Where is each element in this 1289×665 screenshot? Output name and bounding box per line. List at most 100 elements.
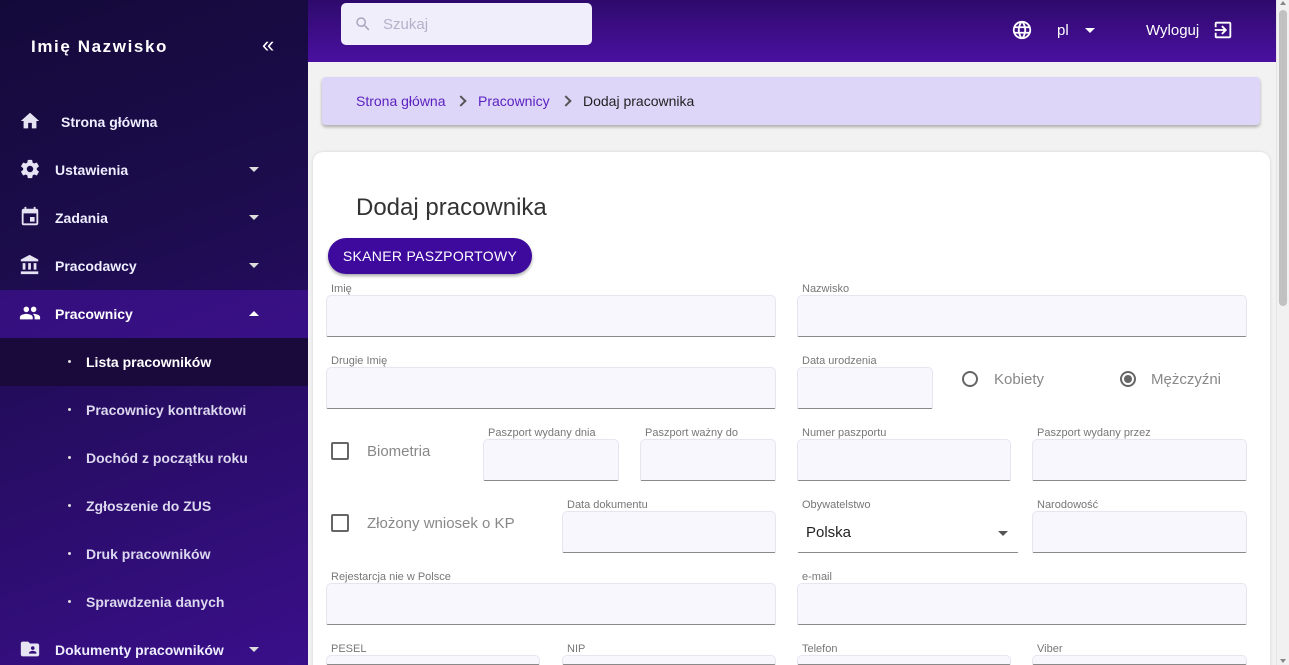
chevron-down-icon[interactable] bbox=[1085, 28, 1095, 33]
biometrics-label: Biometria bbox=[367, 443, 431, 460]
sidebar: Imię Nazwisko « Strona główna Ustawienia… bbox=[0, 0, 308, 665]
passport-valid-to-input[interactable] bbox=[641, 440, 775, 480]
viber-label: Viber bbox=[1037, 643, 1063, 655]
sidebar-item-label: Ustawienia bbox=[55, 162, 129, 178]
gender-male-label: Mężczyźni bbox=[1151, 371, 1222, 388]
passport-issued-date-label: Paszport wydany dnia bbox=[488, 427, 596, 439]
sidebar-item-label: Strona główna bbox=[61, 114, 158, 130]
passport-number-label: Numer paszportu bbox=[802, 427, 887, 439]
sidebar-sub-label: Dochód z początku roku bbox=[86, 450, 248, 466]
passport-valid-to-field[interactable] bbox=[640, 439, 776, 481]
sidebar-item-tasks[interactable]: Zadania bbox=[0, 194, 308, 242]
sidebar-sub-label: Druk pracowników bbox=[86, 546, 211, 562]
passport-number-input[interactable] bbox=[798, 440, 1010, 480]
scroll-down-arrow-icon[interactable] bbox=[1280, 659, 1286, 663]
viber-field[interactable] bbox=[1032, 655, 1247, 665]
gender-male-radio[interactable] bbox=[1120, 371, 1136, 387]
gender-female-radio[interactable] bbox=[962, 371, 978, 387]
sidebar-sub-employee-print[interactable]: Druk pracowników bbox=[0, 530, 308, 578]
chevron-down-icon bbox=[998, 531, 1008, 536]
pesel-label: PESEL bbox=[331, 643, 367, 655]
kp-application-label: Złożony wniosek o KP bbox=[367, 515, 515, 532]
sidebar-header: Imię Nazwisko « bbox=[0, 0, 308, 90]
document-date-input[interactable] bbox=[563, 512, 775, 552]
user-name: Imię Nazwisko bbox=[31, 37, 169, 56]
first-name-field[interactable] bbox=[326, 295, 776, 337]
first-name-label: Imię bbox=[331, 283, 352, 295]
sidebar-sub-contract-employees[interactable]: Pracownicy kontraktowi bbox=[0, 386, 308, 434]
birth-date-input[interactable] bbox=[798, 368, 932, 408]
sidebar-item-employees[interactable]: Pracownicy bbox=[0, 290, 308, 338]
sidebar-sub-label: Zgłoszenie do ZUS bbox=[86, 498, 212, 514]
citizenship-label: Obywatelstwo bbox=[802, 499, 871, 511]
citizenship-value: Polska bbox=[806, 524, 852, 541]
chevron-right-icon bbox=[455, 95, 467, 107]
nip-label: NIP bbox=[567, 643, 586, 655]
bullet-icon bbox=[68, 456, 71, 459]
sidebar-item-settings[interactable]: Ustawienia bbox=[0, 146, 308, 194]
sidebar-sub-label: Pracownicy kontraktowi bbox=[86, 402, 247, 418]
first-name-input[interactable] bbox=[327, 296, 775, 336]
pesel-field[interactable] bbox=[326, 655, 540, 665]
nationality-label: Narodowość bbox=[1037, 499, 1099, 511]
passport-issued-by-input[interactable] bbox=[1033, 440, 1246, 480]
phone-field[interactable] bbox=[797, 655, 1011, 665]
sidebar-item-employee-documents[interactable]: Dokumenty pracowników bbox=[0, 626, 308, 665]
globe-icon[interactable] bbox=[1011, 19, 1033, 41]
passport-issued-date-input[interactable] bbox=[484, 440, 618, 480]
scroll-thumb[interactable] bbox=[1279, 10, 1287, 306]
logout-button[interactable]: Wyloguj bbox=[1146, 22, 1199, 39]
birth-date-field[interactable] bbox=[797, 367, 933, 409]
document-date-label: Data dokumentu bbox=[567, 499, 648, 511]
bullet-icon bbox=[68, 504, 71, 507]
page-scrollbar[interactable] bbox=[1276, 0, 1289, 665]
sidebar-sub-employee-list[interactable]: Lista pracowników bbox=[0, 338, 308, 386]
bullet-icon bbox=[68, 600, 71, 603]
passport-number-field[interactable] bbox=[797, 439, 1011, 481]
scroll-up-arrow-icon[interactable] bbox=[1280, 1, 1286, 5]
people-icon bbox=[19, 306, 41, 320]
registration-field[interactable] bbox=[326, 583, 776, 625]
middle-name-label: Drugie Imię bbox=[331, 355, 388, 367]
last-name-field[interactable] bbox=[797, 295, 1247, 337]
bullet-icon bbox=[68, 552, 71, 555]
calendar-icon bbox=[21, 206, 39, 226]
nationality-input[interactable] bbox=[1033, 512, 1246, 552]
passport-scanner-button[interactable]: SKANER PASZPORTOWY bbox=[328, 238, 532, 274]
nip-field[interactable] bbox=[562, 655, 776, 665]
chevron-down-icon bbox=[249, 647, 259, 652]
logout-icon[interactable] bbox=[1212, 19, 1234, 41]
biometrics-checkbox[interactable] bbox=[331, 442, 349, 460]
chevron-down-icon bbox=[249, 215, 259, 220]
email-input[interactable] bbox=[798, 584, 1246, 624]
chevron-up-icon bbox=[249, 311, 259, 316]
registration-input[interactable] bbox=[327, 584, 775, 624]
sidebar-item-label: Dokumenty pracowników bbox=[55, 642, 224, 658]
citizenship-select[interactable]: Polska bbox=[797, 511, 1019, 553]
document-date-field[interactable] bbox=[562, 511, 776, 553]
passport-issued-date-field[interactable] bbox=[483, 439, 619, 481]
collapse-sidebar-button[interactable]: « bbox=[262, 32, 274, 58]
nationality-field[interactable] bbox=[1032, 511, 1247, 553]
kp-application-checkbox[interactable] bbox=[331, 514, 349, 532]
sidebar-item-home[interactable]: Strona główna bbox=[0, 98, 308, 146]
email-field[interactable] bbox=[797, 583, 1247, 625]
sidebar-sub-zus-report[interactable]: Zgłoszenie do ZUS bbox=[0, 482, 308, 530]
passport-issued-by-field[interactable] bbox=[1032, 439, 1247, 481]
sidebar-sub-income-ytd[interactable]: Dochód z początku roku bbox=[0, 434, 308, 482]
search-input[interactable] bbox=[383, 13, 583, 35]
language-select[interactable]: pl bbox=[1057, 22, 1069, 39]
folder-account-icon bbox=[20, 641, 40, 657]
breadcrumb-link-home[interactable]: Strona główna bbox=[356, 93, 446, 109]
middle-name-field[interactable] bbox=[326, 367, 776, 409]
sidebar-item-employers[interactable]: Pracodawcy bbox=[0, 242, 308, 290]
sidebar-item-label: Pracownicy bbox=[55, 306, 133, 322]
breadcrumb-current: Dodaj pracownika bbox=[583, 93, 695, 109]
middle-name-input[interactable] bbox=[327, 368, 775, 408]
last-name-input[interactable] bbox=[798, 296, 1246, 336]
search-box bbox=[341, 3, 592, 45]
home-icon bbox=[20, 112, 40, 129]
sidebar-sub-data-checks[interactable]: Sprawdzenia danych bbox=[0, 578, 308, 626]
registration-label: Rejestarcja nie w Polsce bbox=[331, 571, 451, 583]
breadcrumb-link-employees[interactable]: Pracownicy bbox=[478, 93, 550, 109]
